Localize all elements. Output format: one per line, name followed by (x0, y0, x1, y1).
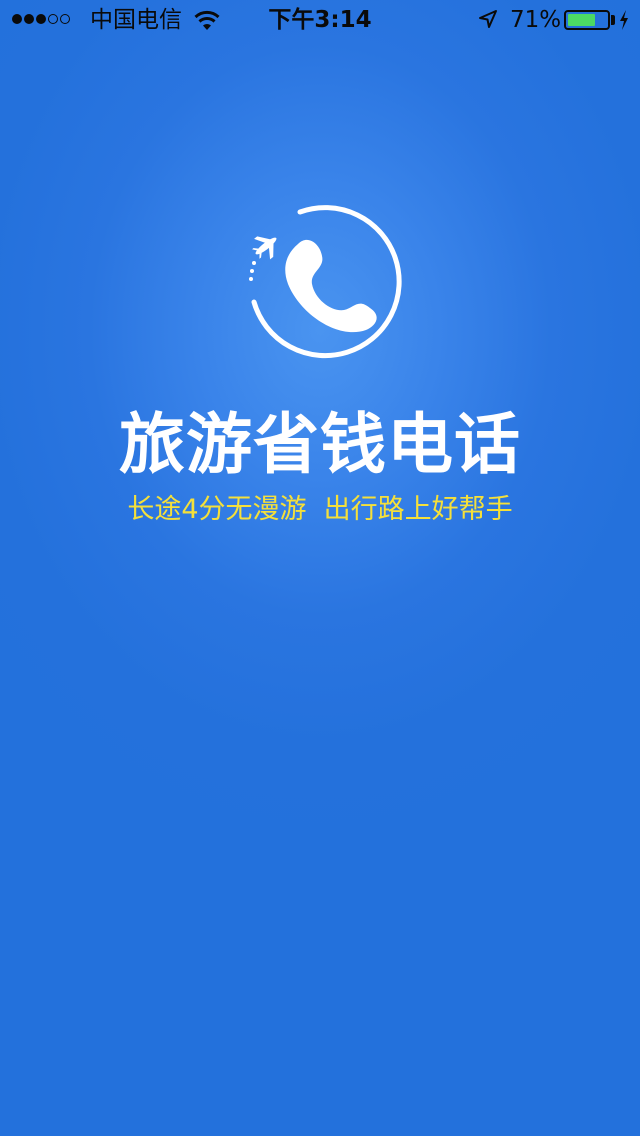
status-bar: 中国电信 下午3:14 71% (0, 0, 640, 40)
battery-percentage: 71% (510, 7, 562, 33)
battery-icon (564, 10, 610, 30)
app-tagline: 长途4分无漫游 出行路上好帮手 (127, 494, 513, 525)
app-title: 旅游省钱电话 (119, 406, 521, 483)
battery-fill (568, 14, 595, 26)
phone-airplane-logo-icon (249, 205, 402, 359)
charging-icon (620, 10, 628, 30)
location-arrow-icon (479, 10, 497, 28)
battery-tip (611, 15, 615, 25)
